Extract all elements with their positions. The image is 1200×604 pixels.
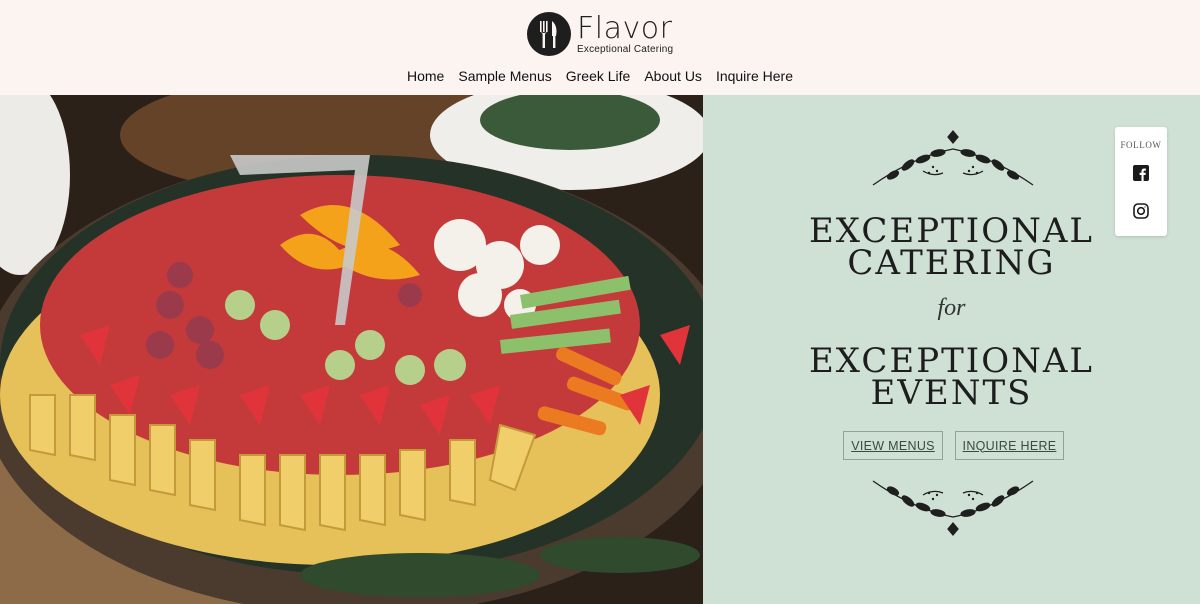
instagram-icon[interactable] bbox=[1133, 203, 1149, 219]
view-menus-button[interactable]: VIEW MENUS bbox=[843, 431, 943, 460]
main-nav: Home Sample Menus Greek Life About Us In… bbox=[0, 68, 1200, 84]
brand-name: Flavor bbox=[577, 10, 673, 46]
site-header: Flavor Exceptional Catering Home Sample … bbox=[0, 0, 1200, 95]
logo-utensils-icon bbox=[527, 12, 571, 56]
headline-connector: for bbox=[937, 295, 966, 321]
floral-ornament-top-icon bbox=[863, 127, 1043, 191]
headline-line-2: CATERING bbox=[847, 243, 1056, 283]
nav-home[interactable]: Home bbox=[407, 68, 444, 84]
follow-label: FOLLOW bbox=[1120, 140, 1162, 150]
facebook-icon[interactable] bbox=[1133, 165, 1149, 181]
brand-tagline: Exceptional Catering bbox=[577, 43, 674, 55]
nav-inquire-here[interactable]: Inquire Here bbox=[716, 68, 793, 84]
hero-food-platter-image bbox=[0, 95, 703, 604]
nav-about-us[interactable]: About Us bbox=[644, 68, 702, 84]
floral-ornament-bottom-icon bbox=[863, 475, 1043, 539]
site-logo[interactable]: Flavor Exceptional Catering bbox=[527, 10, 687, 58]
follow-widget: FOLLOW bbox=[1115, 127, 1167, 236]
headline-line-4: EVENTS bbox=[870, 373, 1033, 413]
inquire-here-button[interactable]: INQUIRE HERE bbox=[955, 431, 1064, 460]
nav-sample-menus[interactable]: Sample Menus bbox=[458, 68, 551, 84]
nav-greek-life[interactable]: Greek Life bbox=[566, 68, 631, 84]
